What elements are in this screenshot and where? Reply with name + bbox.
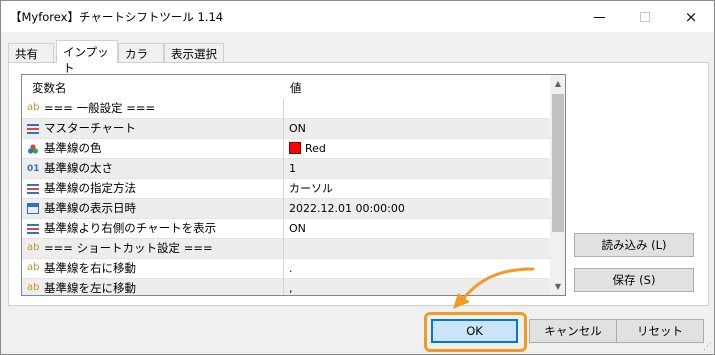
maximize-button [622, 1, 668, 32]
maximize-icon [640, 11, 650, 22]
scroll-up-icon[interactable]: ▲ [550, 75, 565, 92]
tab-visualization[interactable]: 表示選択 [164, 43, 224, 63]
grid-header: 変数名 値 [22, 75, 565, 99]
list-icon [27, 184, 39, 196]
list-icon [27, 124, 39, 136]
pointer-arrow-icon [453, 267, 535, 309]
row-value[interactable]: カーソル [285, 179, 550, 199]
column-header-name: 変数名 [32, 81, 67, 95]
tab-colors[interactable]: カラー [118, 43, 164, 77]
table-row[interactable]: 基準線より右側のチャートを表示 ON [22, 219, 550, 239]
string-icon: ab [27, 262, 40, 273]
cancel-button[interactable]: キャンセル [529, 319, 617, 343]
row-name: === 一般設定 === [44, 101, 156, 115]
table-row[interactable]: ab === 一般設定 === [22, 99, 550, 119]
row-name: === ショートカット設定 === [44, 241, 213, 255]
row-value: Red [305, 142, 326, 155]
tab-inputs[interactable]: インプット [56, 40, 118, 75]
color-swatch [289, 142, 301, 154]
table-row[interactable]: ab === ショートカット設定 === [22, 239, 550, 259]
color-palette-icon [27, 143, 39, 155]
row-name: 基準線を左に移動 [44, 281, 136, 295]
list-icon [27, 224, 39, 236]
row-name: マスターチャート [44, 121, 136, 135]
scroll-thumb[interactable] [552, 94, 564, 232]
table-row[interactable]: 01 基準線の太さ 1 [22, 159, 550, 179]
save-button[interactable]: 保存 (S) [574, 268, 694, 292]
tab-shared[interactable]: 共有 [8, 43, 54, 63]
string-icon: ab [27, 282, 40, 293]
integer-icon: 01 [27, 164, 40, 174]
reset-button[interactable]: リセット [616, 319, 704, 343]
row-name: 基準線より右側のチャートを表示 [44, 221, 217, 235]
window-title: 【Myforex】チャートシフトツール 1.14 [10, 10, 224, 24]
row-value[interactable]: 2022.12.01 00:00:00 [285, 199, 550, 219]
load-button[interactable]: 読み込み (L) [574, 233, 694, 257]
row-value[interactable]: 1 [285, 159, 550, 179]
row-value[interactable]: ON [285, 119, 550, 139]
table-row[interactable]: 基準線の表示日時 2022.12.01 00:00:00 [22, 199, 550, 219]
table-row[interactable]: マスターチャート ON [22, 119, 550, 139]
dialog-window: 【Myforex】チャートシフトツール 1.14 × 共有 インプット カラー … [0, 0, 715, 355]
row-name: 基準線の色 [44, 141, 102, 155]
row-value[interactable] [285, 99, 550, 119]
close-button[interactable]: × [668, 1, 714, 32]
string-icon: ab [27, 242, 40, 253]
row-name: 基準線を右に移動 [44, 261, 136, 275]
column-header-value: 値 [290, 81, 302, 95]
close-icon: × [684, 7, 698, 26]
calendar-icon [27, 203, 39, 214]
row-value[interactable] [285, 239, 550, 259]
string-icon: ab [27, 102, 40, 113]
row-value[interactable]: ON [285, 219, 550, 239]
scroll-down-icon[interactable]: ▼ [550, 278, 565, 295]
table-row[interactable]: 基準線の指定方法 カーソル [22, 179, 550, 199]
row-name: 基準線の太さ [44, 161, 113, 175]
minimize-button[interactable] [576, 1, 622, 32]
vertical-scrollbar[interactable]: ▲ ▼ [550, 75, 565, 295]
ok-button[interactable]: OK [431, 319, 518, 343]
row-name: 基準線の表示日時 [44, 201, 136, 215]
row-name: 基準線の指定方法 [44, 181, 136, 195]
title-bar: 【Myforex】チャートシフトツール 1.14 × [1, 1, 714, 32]
minimize-icon [593, 17, 605, 18]
resize-grip-icon[interactable]: ⋰ [703, 342, 712, 352]
table-row[interactable]: 基準線の色 Red [22, 139, 550, 159]
